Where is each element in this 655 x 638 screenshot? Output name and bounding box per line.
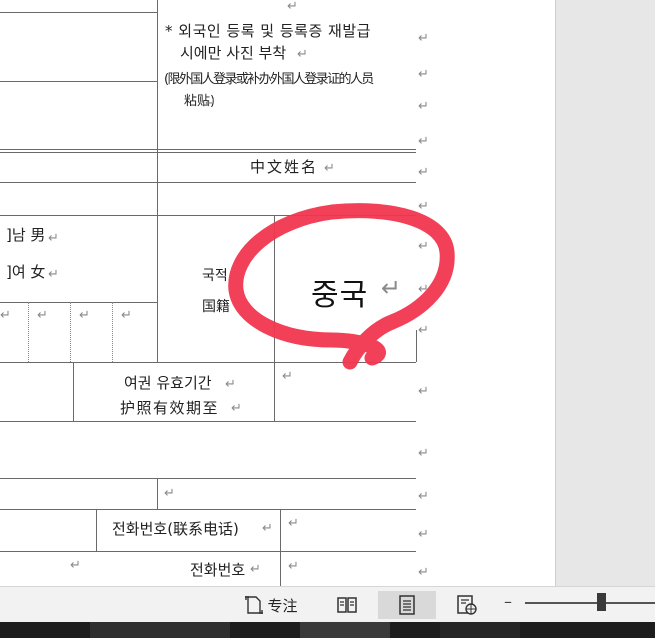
- focus-icon: [245, 596, 264, 614]
- paragraph-mark: ↵: [288, 516, 299, 531]
- table-line: [96, 509, 97, 551]
- row-end-mark: ↵: [418, 134, 429, 149]
- chinese-name-label: 中文姓名: [250, 158, 319, 176]
- table-line: [157, 478, 158, 509]
- paragraph-mark: ↵: [324, 161, 335, 176]
- table-line: [274, 215, 275, 421]
- table-line: [0, 509, 416, 510]
- table-line: [0, 302, 157, 303]
- nationality-label-ko: 국적: [202, 268, 228, 284]
- table-line: [0, 12, 157, 13]
- focus-mode-button[interactable]: 专注: [236, 591, 306, 619]
- photo-note-cn-line1: (限外国人登录或补办外国人登录证的人员: [164, 72, 374, 87]
- nationality-value[interactable]: 중국: [311, 270, 368, 314]
- table-line: [0, 182, 416, 183]
- row-end-mark: ↵: [418, 199, 429, 214]
- paragraph-mark: ↵: [287, 0, 298, 14]
- taskbar: [0, 622, 655, 638]
- status-bar: 专注: [0, 586, 655, 623]
- paragraph-mark: ↵: [79, 308, 90, 323]
- passport-expiry-label-cn: 护照有效期至: [120, 399, 220, 417]
- table-line: [0, 81, 157, 82]
- web-page-icon: [457, 595, 477, 615]
- paragraph-mark: ↵: [37, 308, 48, 323]
- row-end-mark: ↵: [418, 31, 429, 46]
- paragraph-mark: ↵: [282, 369, 293, 384]
- table-line: [73, 362, 74, 421]
- paragraph-mark: ↵: [0, 308, 11, 323]
- paragraph-mark: ↵: [262, 521, 273, 536]
- zoom-out-button[interactable]: –: [504, 592, 512, 611]
- row-end-mark: ↵: [418, 384, 429, 399]
- table-line: [280, 509, 281, 586]
- table-line: [416, 330, 417, 362]
- photo-note-ko-line2: 시에만 사진 부착: [180, 44, 287, 62]
- paragraph-mark: ↵: [381, 274, 402, 302]
- row-end-mark: ↵: [418, 323, 429, 338]
- table-line: [0, 362, 416, 363]
- row-end-mark: ↵: [418, 67, 429, 82]
- web-layout-button[interactable]: [450, 591, 484, 619]
- paragraph-mark: ↵: [48, 267, 59, 282]
- paragraph-mark: ↵: [231, 401, 242, 416]
- row-end-mark: ↵: [418, 165, 429, 180]
- paragraph-mark: ↵: [205, 96, 216, 111]
- nationality-label-cn: 国籍: [202, 299, 230, 315]
- phone-label-1: 전화번호(联系电话): [112, 520, 239, 538]
- paragraph-mark: ↵: [121, 308, 132, 323]
- book-icon: [337, 597, 357, 613]
- gender-male-option[interactable]: ]남 男: [6, 226, 45, 244]
- table-line: [70, 302, 71, 362]
- document-page[interactable]: * 외국인 등록 및 등록증 재발급 시에만 사진 부착 (限外国人登录或补办外…: [0, 0, 555, 586]
- table-line: [157, 0, 158, 362]
- table-line: [0, 215, 416, 216]
- print-layout-button[interactable]: [378, 591, 436, 619]
- paragraph-mark: ↵: [297, 47, 308, 62]
- page-gutter: [555, 0, 655, 586]
- read-mode-button[interactable]: [330, 591, 364, 619]
- table-line: [28, 302, 29, 362]
- zoom-slider-thumb[interactable]: [597, 593, 606, 611]
- row-end-mark: ↵: [418, 527, 429, 542]
- row-end-mark: ↵: [418, 99, 429, 114]
- paragraph-mark: ↵: [225, 377, 236, 392]
- row-end-mark: ↵: [418, 239, 429, 254]
- table-line: [0, 152, 416, 153]
- row-end-mark: ↵: [418, 282, 429, 297]
- paragraph-mark: ↵: [250, 562, 261, 577]
- table-line: [0, 478, 416, 479]
- gender-female-option[interactable]: ]여 女: [6, 263, 45, 281]
- passport-expiry-label-ko: 여권 유효기간: [124, 374, 212, 392]
- paragraph-mark: ↵: [70, 558, 81, 573]
- paragraph-mark: ↵: [48, 231, 59, 246]
- table-line: [0, 149, 416, 150]
- paragraph-mark: ↵: [164, 486, 175, 501]
- phone-label-2: 전화번호: [190, 561, 246, 579]
- table-line: [112, 302, 113, 362]
- focus-mode-label: 专注: [267, 596, 298, 615]
- paragraph-mark: ↵: [288, 559, 299, 574]
- table-line: [0, 551, 416, 552]
- zoom-slider[interactable]: [525, 602, 655, 604]
- table-line: [0, 421, 416, 422]
- photo-note-ko-line1: * 외국인 등록 및 등록증 재발급: [165, 22, 371, 40]
- page-icon: [399, 595, 415, 615]
- row-end-mark: ↵: [418, 446, 429, 461]
- row-end-mark: ↵: [418, 565, 429, 580]
- row-end-mark: ↵: [418, 489, 429, 504]
